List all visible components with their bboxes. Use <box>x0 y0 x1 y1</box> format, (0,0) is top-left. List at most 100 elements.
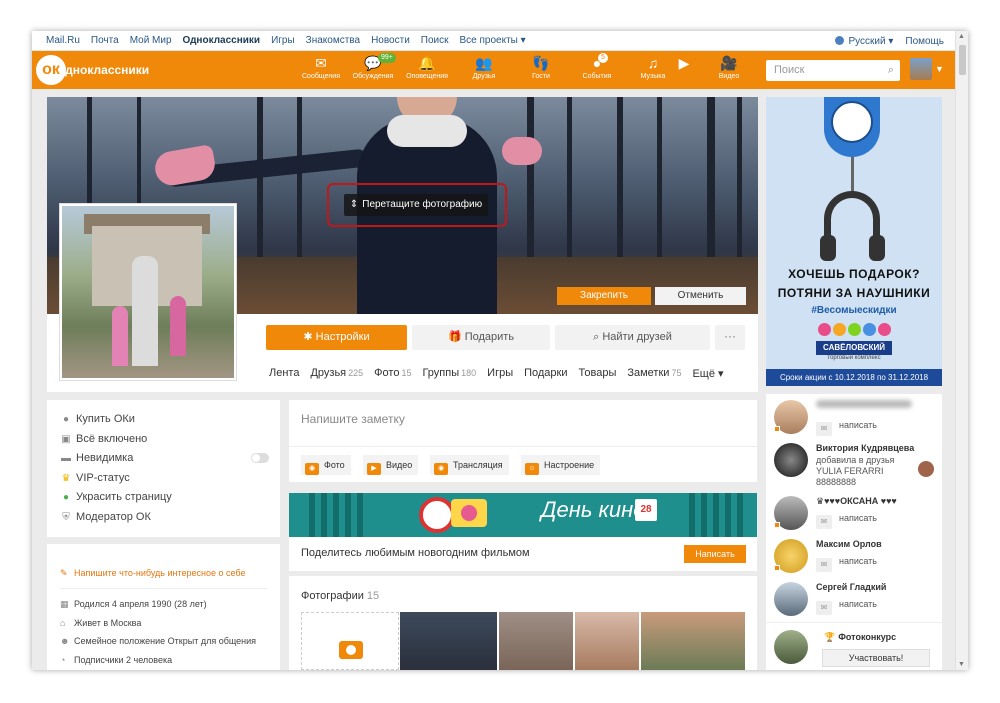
menu-decorate[interactable]: ● Украсить страницу <box>60 491 172 503</box>
tab-groups[interactable]: Группы 180 <box>422 367 476 380</box>
photo-thumb[interactable] <box>499 612 573 670</box>
toplink-search[interactable]: Поиск <box>421 35 449 46</box>
nav-discussions[interactable]: 💬 99+ Обсуждения <box>348 51 398 89</box>
friends-sidebar: ✉ написать Виктория Кудрявцева добавила в… <box>766 394 942 670</box>
tab-games[interactable]: Игры <box>487 367 513 380</box>
menu-moderator[interactable]: ⛨ Модератор ОК <box>60 511 151 523</box>
tab-gifts[interactable]: Подарки <box>524 367 567 380</box>
envelope-icon: ✉ <box>816 422 832 436</box>
toplink-mail[interactable]: Почта <box>91 35 119 46</box>
about-card: ✎ Напишите что-нибудь интересное о себе ▦… <box>47 544 280 670</box>
tab-friends[interactable]: Друзья 225 <box>310 367 363 380</box>
envelope-icon: ✉ <box>816 558 832 572</box>
toplink-odnoklassniki[interactable]: Одноклассники <box>183 35 261 46</box>
logo-text[interactable]: одноклассники <box>58 63 149 77</box>
note-photo-button[interactable]: ◉ Фото <box>301 455 351 475</box>
fix-cover-button[interactable]: Закрепить <box>557 287 651 305</box>
avatar[interactable] <box>918 461 934 477</box>
tab-more[interactable]: Ещё ▾ <box>692 367 723 380</box>
shield-icon: ⛨ <box>62 512 70 523</box>
tab-photos[interactable]: Фото 15 <box>374 367 411 380</box>
nav-guests[interactable]: 👣 Гости <box>516 51 566 89</box>
about-prompt-link[interactable]: ✎ Напишите что-нибудь интересное о себе <box>60 568 245 579</box>
banner-art[interactable]: День кино 28 <box>289 493 757 537</box>
help-link[interactable]: Помощь <box>905 36 944 47</box>
chevron-down-icon[interactable]: ▼ <box>935 64 944 74</box>
search-input[interactable]: Поиск ⌕ <box>766 60 900 81</box>
settings-button[interactable]: ✱ Настройки <box>266 325 407 350</box>
banner-write-button[interactable]: Написать <box>684 545 746 563</box>
promo-banner: День кино 28 Поделитесь любимым новогодн… <box>289 493 757 571</box>
add-photo-button[interactable] <box>301 612 399 670</box>
nav-events[interactable]: ● 5 События <box>572 51 622 89</box>
friend-name-blurred[interactable] <box>816 400 912 410</box>
tab-notes[interactable]: Заметки 75 <box>627 367 681 380</box>
photos-title[interactable]: Фотографии 15 <box>301 590 379 602</box>
scroll-down-icon: ▼ <box>958 661 965 668</box>
move-icon: ⇕ <box>349 199 359 210</box>
photo-thumb[interactable] <box>575 612 639 670</box>
header-avatar[interactable] <box>910 58 932 80</box>
participate-button[interactable]: Участвовать! <box>822 649 930 667</box>
nav-notifications[interactable]: 🔔 Оповещения <box>402 51 452 89</box>
avatar[interactable] <box>774 582 808 616</box>
about-status: ☻ Семейное положение Открыт для общения <box>60 636 257 646</box>
menu-invisible[interactable]: ▬ Невидимка <box>60 452 133 464</box>
people-icon: ☻ <box>60 636 70 646</box>
menu-buy-oki[interactable]: ● Купить ОКи <box>60 413 135 425</box>
toplink-my-world[interactable]: Мой Мир <box>130 35 172 46</box>
menu-all-inclusive[interactable]: ▣ Всё включено <box>60 433 147 445</box>
scrollbar[interactable]: ▲ ▼ <box>955 31 968 670</box>
scroll-thumb[interactable] <box>959 45 966 75</box>
write-message-button[interactable]: ✉ написать <box>816 513 896 529</box>
note-mood-button[interactable]: ☺ Настроение <box>521 455 601 475</box>
more-button[interactable]: ··· <box>715 325 745 350</box>
contest-title[interactable]: 🏆 Фотоконкурс <box>824 632 896 643</box>
toplink-mailru[interactable]: Mail.Ru <box>46 35 80 46</box>
note-stream-button[interactable]: ◉ Трансляция <box>430 455 509 475</box>
cancel-cover-button[interactable]: Отменить <box>655 287 746 305</box>
photos-section: Фотографии 15 <box>289 576 757 670</box>
write-message-button[interactable]: ✉ написать <box>816 420 896 436</box>
scroll-up-icon: ▲ <box>958 33 965 40</box>
video-icon: 🎥 <box>720 55 738 71</box>
nav-music[interactable]: ♫ Музыка <box>628 51 678 89</box>
santa-icon <box>419 497 455 533</box>
about-city: ⌂ Живет в Москва <box>60 618 142 628</box>
nav-messages[interactable]: ✉ Сообщения <box>296 51 346 89</box>
find-friends-button[interactable]: ⌕ Найти друзей <box>555 325 710 350</box>
profile-card: ⇕ Перетащите фотографию Закрепить Отменит… <box>47 97 758 392</box>
toplink-games[interactable]: Игры <box>271 35 295 46</box>
invisible-toggle[interactable] <box>251 453 269 463</box>
gift-icon: 🎁 <box>447 331 465 343</box>
toplink-news[interactable]: Новости <box>371 35 410 46</box>
globe-icon <box>835 35 845 45</box>
nav-video[interactable]: 🎥 Видео <box>704 51 754 89</box>
discussions-badge: 99+ <box>378 53 396 63</box>
ad-banner[interactable]: ХОЧЕШЬ ПОДАРОК? ПОТЯНИ ЗА НАУШНИКИ #Весо… <box>766 97 942 386</box>
toplink-all-projects[interactable]: Все проекты ▾ <box>460 35 526 46</box>
stream-icon: ◉ <box>434 463 448 475</box>
language-selector[interactable]: Русский ▾ <box>835 35 893 47</box>
profile-avatar[interactable] <box>59 203 237 381</box>
tab-feed[interactable]: Лента <box>269 367 299 380</box>
toplink-dating[interactable]: Знакомства <box>306 35 360 46</box>
avatar[interactable] <box>774 443 808 477</box>
ad-store-icons <box>818 323 893 336</box>
nav-friends[interactable]: 👥 Друзья <box>459 51 509 89</box>
avatar[interactable] <box>774 630 808 664</box>
write-message-button[interactable]: ✉ написать <box>816 599 896 615</box>
menu-vip[interactable]: ♛ VIP-статус <box>60 472 130 484</box>
note-video-button[interactable]: ▶ Видео <box>363 455 419 475</box>
note-input[interactable]: Напишите заметку <box>301 412 405 426</box>
online-indicator <box>774 426 780 432</box>
about-subscribers[interactable]: ◔ Подписчики 2 человека <box>60 655 172 665</box>
gift-button[interactable]: 🎁 Подарить <box>412 325 550 350</box>
write-message-button[interactable]: ✉ написать <box>816 556 896 572</box>
drag-photo-button[interactable]: ⇕ Перетащите фотографию <box>344 194 488 216</box>
music-play-button[interactable]: ▶ <box>672 51 696 89</box>
tab-goods[interactable]: Товары <box>579 367 617 380</box>
about-birthday: ▦ Родился 4 апреля 1990 (28 лет) <box>60 599 207 609</box>
photo-thumb[interactable] <box>641 612 745 670</box>
photo-thumb[interactable] <box>400 612 497 670</box>
